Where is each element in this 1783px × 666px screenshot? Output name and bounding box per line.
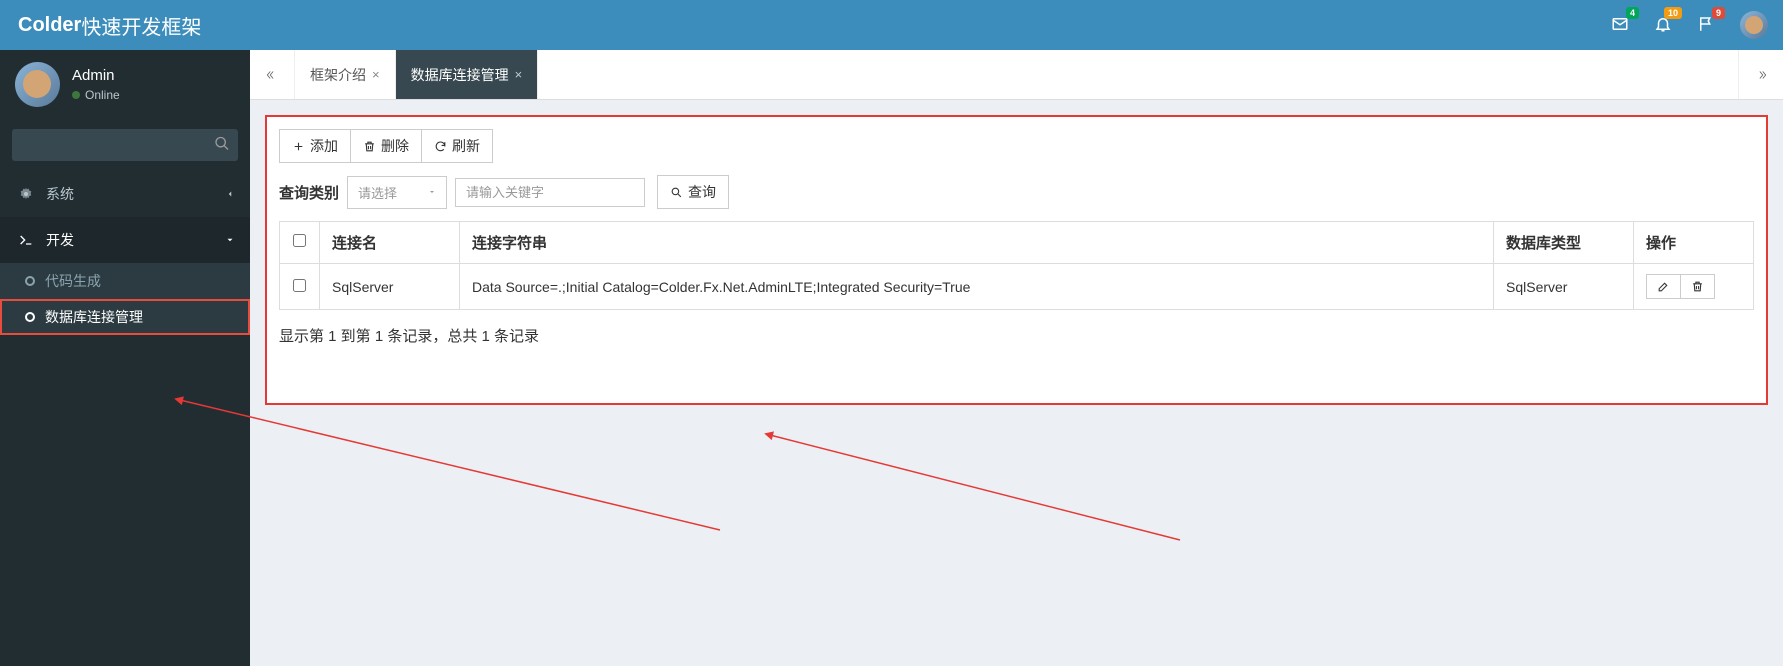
category-select[interactable]: 请选择 bbox=[347, 176, 447, 209]
plus-icon bbox=[292, 140, 305, 153]
tab-intro[interactable]: 框架介绍 × bbox=[295, 50, 396, 99]
refresh-button[interactable]: 刷新 bbox=[422, 129, 493, 163]
main-content: 框架介绍 × 数据库连接管理 × 添加 删除 bbox=[250, 50, 1783, 420]
search-icon[interactable] bbox=[214, 136, 230, 155]
user-info: Admin Online bbox=[72, 67, 120, 102]
content-area: 添加 删除 刷新 查询类别 请选择 bbox=[250, 100, 1783, 420]
add-button[interactable]: 添加 bbox=[279, 129, 351, 163]
sidebar-item-dev: 开发 代码生成 数据库连接管理 bbox=[0, 217, 250, 335]
delete-button[interactable]: 删除 bbox=[351, 129, 422, 163]
top-header: Colder快速开发框架 4 10 9 bbox=[0, 0, 1783, 50]
tabs-bar: 框架介绍 × 数据库连接管理 × bbox=[250, 50, 1783, 100]
status-text: Online bbox=[85, 88, 120, 102]
submenu-label: 代码生成 bbox=[45, 271, 101, 291]
row-checkbox-cell bbox=[280, 264, 320, 310]
header-name: 连接名 bbox=[320, 222, 460, 264]
sidebar-item-label: 系统 bbox=[46, 184, 74, 204]
table-row: SqlServer Data Source=.;Initial Catalog=… bbox=[280, 264, 1754, 310]
btn-label: 添加 bbox=[310, 136, 338, 156]
cell-connstr: Data Source=.;Initial Catalog=Colder.Fx.… bbox=[460, 264, 1494, 310]
close-icon[interactable]: × bbox=[515, 67, 523, 82]
edit-button[interactable] bbox=[1646, 274, 1681, 299]
tab-label: 数据库连接管理 bbox=[411, 65, 509, 85]
close-icon[interactable]: × bbox=[372, 67, 380, 82]
username: Admin bbox=[72, 67, 120, 84]
search-input[interactable] bbox=[12, 129, 238, 161]
chevron-left-icon bbox=[225, 186, 235, 202]
filter-label: 查询类别 bbox=[279, 182, 339, 203]
select-all-checkbox[interactable] bbox=[293, 234, 306, 247]
user-status: Online bbox=[72, 88, 120, 102]
filter-row: 查询类别 请选择 查询 bbox=[279, 175, 1754, 209]
bell-badge: 10 bbox=[1664, 7, 1682, 19]
sidebar: Admin Online 系统 bbox=[0, 50, 250, 666]
brand-logo[interactable]: Colder快速开发框架 bbox=[0, 0, 250, 50]
submenu-label: 数据库连接管理 bbox=[45, 307, 143, 327]
header-connstr: 连接字符串 bbox=[460, 222, 1494, 264]
user-avatar[interactable] bbox=[15, 62, 60, 107]
navbar-right: 4 10 9 bbox=[1611, 11, 1768, 39]
row-checkbox[interactable] bbox=[293, 279, 306, 292]
header-dbtype: 数据库类型 bbox=[1494, 222, 1634, 264]
caret-down-icon bbox=[428, 188, 436, 196]
query-button[interactable]: 查询 bbox=[657, 175, 729, 209]
user-panel: Admin Online bbox=[0, 50, 250, 119]
sidebar-item-system: 系统 bbox=[0, 171, 250, 217]
sidebar-search bbox=[12, 129, 238, 161]
gear-icon bbox=[18, 186, 38, 202]
circle-icon bbox=[25, 276, 35, 286]
header-action: 操作 bbox=[1634, 222, 1754, 264]
circle-icon bbox=[25, 312, 35, 322]
btn-label: 刷新 bbox=[452, 136, 480, 156]
flag-badge: 9 bbox=[1712, 7, 1725, 19]
submenu-item-codegen: 代码生成 bbox=[0, 263, 250, 299]
table-header-row: 连接名 连接字符串 数据库类型 操作 bbox=[280, 222, 1754, 264]
mail-badge: 4 bbox=[1626, 7, 1639, 19]
terminal-icon bbox=[18, 232, 38, 248]
sidebar-link-system[interactable]: 系统 bbox=[0, 171, 250, 217]
pagination-info: 显示第 1 到第 1 条记录，总共 1 条记录 bbox=[279, 325, 1754, 346]
btn-label: 删除 bbox=[381, 136, 409, 156]
flag-icon[interactable]: 9 bbox=[1697, 15, 1715, 36]
submenu-link-codegen[interactable]: 代码生成 bbox=[0, 263, 250, 299]
sidebar-menu: 系统 开发 代码生成 bbox=[0, 171, 250, 335]
refresh-icon bbox=[434, 140, 447, 153]
status-dot-icon bbox=[72, 91, 80, 99]
row-delete-button[interactable] bbox=[1681, 274, 1715, 299]
data-table: 连接名 连接字符串 数据库类型 操作 SqlServer Data Source… bbox=[279, 221, 1754, 310]
tabs-prev-button[interactable] bbox=[250, 50, 295, 99]
brand-strong: Colder bbox=[18, 14, 81, 37]
tab-dbconn[interactable]: 数据库连接管理 × bbox=[396, 50, 539, 99]
toolbar: 添加 删除 刷新 bbox=[279, 129, 1754, 163]
sidebar-item-label: 开发 bbox=[46, 230, 74, 250]
mail-icon[interactable]: 4 bbox=[1611, 15, 1629, 36]
submenu-item-dbconn: 数据库连接管理 bbox=[0, 299, 250, 335]
cell-name: SqlServer bbox=[320, 264, 460, 310]
select-placeholder: 请选择 bbox=[358, 183, 397, 202]
sidebar-link-dev[interactable]: 开发 bbox=[0, 217, 250, 263]
main-panel: 添加 删除 刷新 查询类别 请选择 bbox=[265, 115, 1768, 405]
trash-icon bbox=[1691, 280, 1704, 293]
cell-actions bbox=[1634, 264, 1754, 310]
tab-label: 框架介绍 bbox=[310, 65, 366, 85]
cell-dbtype: SqlServer bbox=[1494, 264, 1634, 310]
action-btns bbox=[1646, 274, 1715, 299]
navbar: 4 10 9 bbox=[250, 11, 1783, 39]
keyword-input[interactable] bbox=[455, 178, 645, 207]
submenu-dev: 代码生成 数据库连接管理 bbox=[0, 263, 250, 335]
chevron-down-icon bbox=[225, 232, 235, 248]
avatar[interactable] bbox=[1740, 11, 1768, 39]
edit-icon bbox=[1657, 280, 1670, 293]
bell-icon[interactable]: 10 bbox=[1654, 15, 1672, 36]
btn-label: 查询 bbox=[688, 182, 716, 202]
header-checkbox-col bbox=[280, 222, 320, 264]
submenu-link-dbconn[interactable]: 数据库连接管理 bbox=[0, 299, 250, 335]
tabs-next-button[interactable] bbox=[1738, 50, 1783, 99]
brand-rest: 快速开发框架 bbox=[81, 11, 201, 40]
search-icon bbox=[670, 186, 683, 199]
trash-icon bbox=[363, 140, 376, 153]
